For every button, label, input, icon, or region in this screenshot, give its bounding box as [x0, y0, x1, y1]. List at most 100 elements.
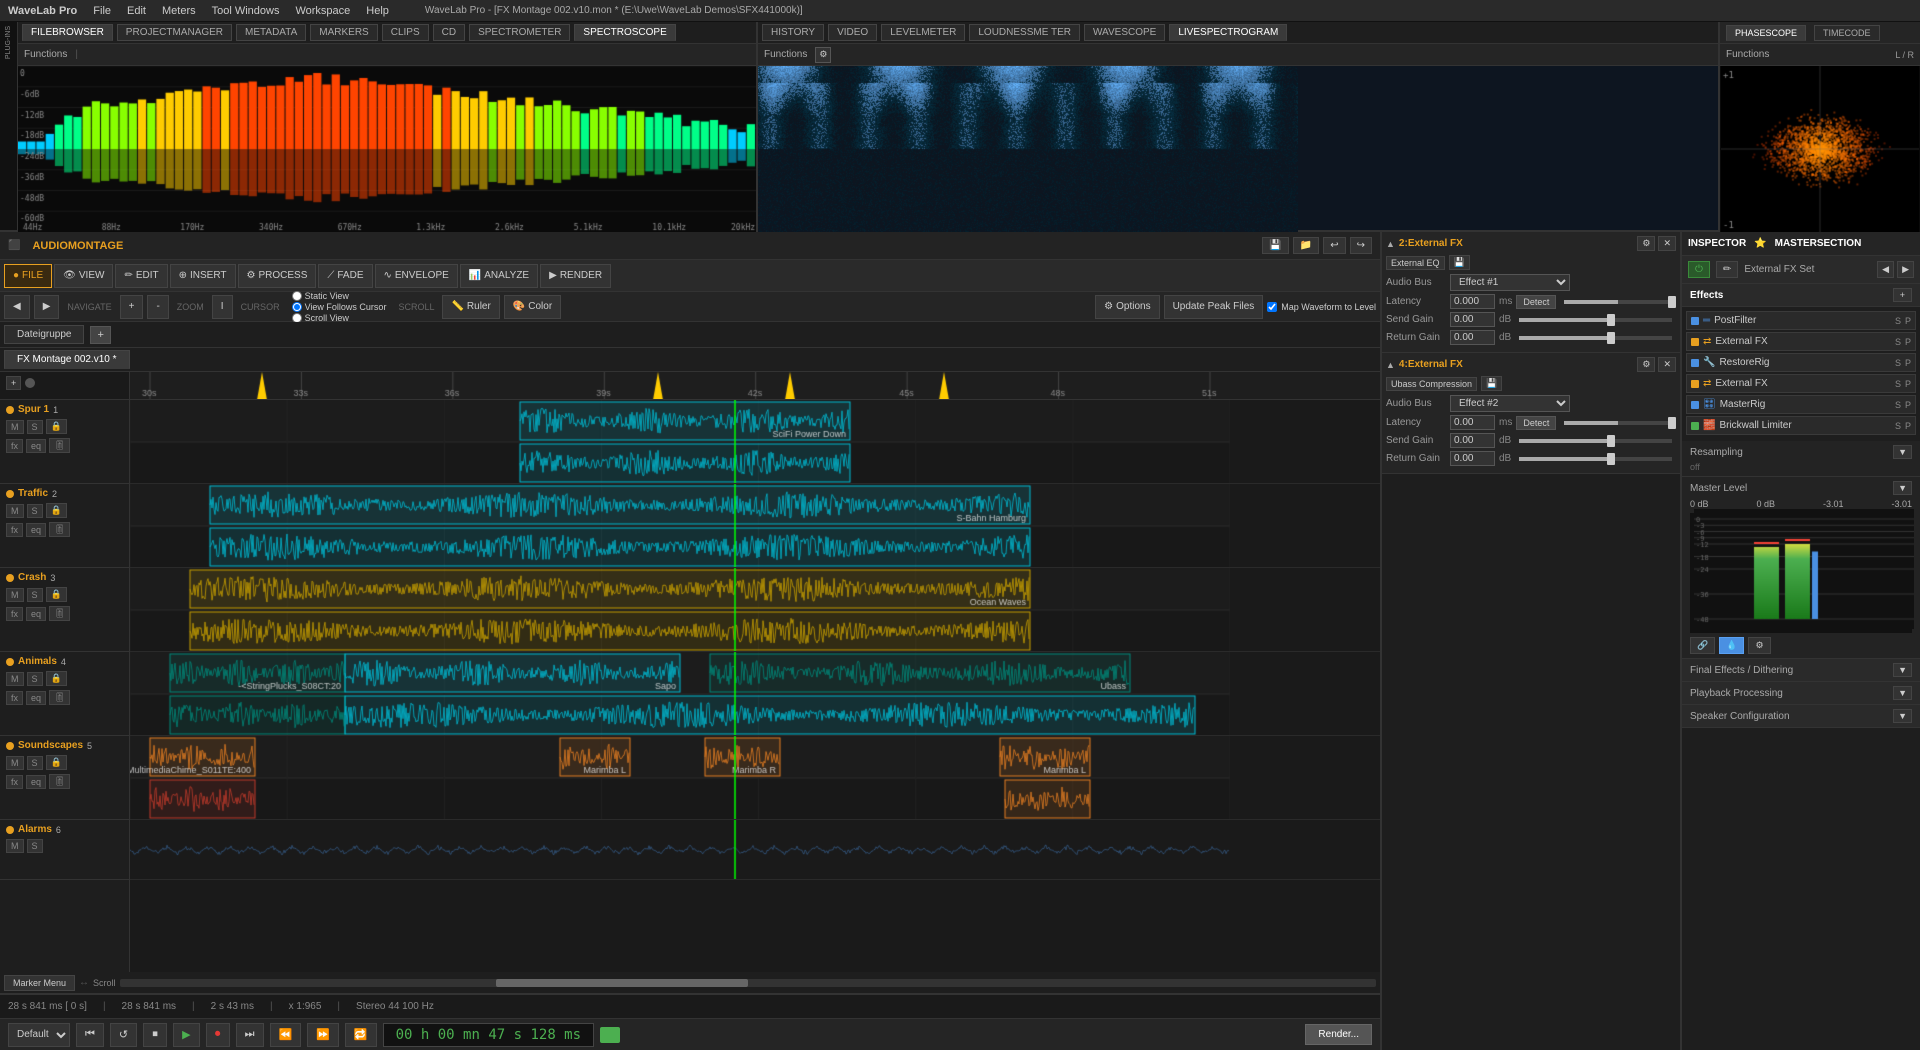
power-btn[interactable]: ⏻: [1688, 261, 1710, 278]
fx1-close-btn[interactable]: ✕: [1658, 236, 1676, 251]
add-group-btn[interactable]: +: [90, 326, 110, 344]
loop-toggle-btn[interactable]: 🔁: [345, 1023, 377, 1047]
track-3-solo[interactable]: S: [27, 588, 43, 602]
prev-marker-btn[interactable]: ⏪: [270, 1023, 302, 1047]
file-btn[interactable]: ● FILE: [4, 264, 52, 288]
fx2-save-btn[interactable]: 💾: [1481, 376, 1502, 391]
track-1-lane[interactable]: [130, 400, 1380, 484]
track-2-solo[interactable]: S: [27, 504, 43, 518]
effect-restorerig[interactable]: 🔧 RestoreRig S P: [1686, 353, 1916, 372]
fx2-sendgain-slider[interactable]: [1519, 439, 1672, 443]
effect-externalfx2[interactable]: ⇄ External FX S P: [1686, 374, 1916, 393]
track-5-lock[interactable]: 🔒: [46, 755, 67, 770]
tab-projectmanager[interactable]: PROJECTMANAGER: [117, 24, 232, 41]
tab-spectroscope[interactable]: SPECTROSCOPE: [574, 24, 675, 41]
fx1-detect-btn[interactable]: Detect: [1516, 295, 1556, 309]
effect-brickwall[interactable]: 🧱 Brickwall Limiter S P: [1686, 416, 1916, 435]
effect-externalfx1[interactable]: ⇄ External FX S P: [1686, 332, 1916, 351]
render-btn[interactable]: ▶ RENDER: [540, 264, 611, 288]
analysis-functions-label[interactable]: Functions: [764, 49, 807, 60]
track-2-pan[interactable]: 🎚: [49, 522, 70, 537]
final-effects-header[interactable]: Final Effects / Dithering ▼: [1682, 659, 1920, 681]
track-1-solo[interactable]: S: [27, 420, 43, 434]
track-4-eq[interactable]: eq: [26, 691, 46, 705]
track-3-mute[interactable]: M: [6, 588, 24, 602]
fx2-returngain-slider[interactable]: [1519, 457, 1672, 461]
track-1-eq[interactable]: eq: [26, 439, 46, 453]
edit-fx-btn[interactable]: ✏: [1716, 261, 1738, 278]
track-5-eq[interactable]: eq: [26, 775, 46, 789]
track-2-fx[interactable]: fx: [6, 523, 23, 537]
effect-postfilter[interactable]: ═ PostFilter S P: [1686, 311, 1916, 330]
analyze-btn[interactable]: 📊 ANALYZE: [460, 264, 538, 288]
track-4-lock[interactable]: 🔒: [46, 671, 67, 686]
open-btn[interactable]: 📁: [1293, 237, 1319, 254]
redo-btn[interactable]: ↪: [1350, 237, 1372, 254]
track-5-mute[interactable]: M: [6, 756, 24, 770]
track-5-pan[interactable]: 🎚: [49, 774, 70, 789]
montage-name-tab[interactable]: FX Montage 002.v10 *: [4, 350, 130, 369]
fx2-detect-btn[interactable]: Detect: [1516, 416, 1556, 430]
stop-btn[interactable]: ⏹: [143, 1023, 167, 1047]
fx2-latency-slider[interactable]: [1564, 421, 1672, 425]
master-level-settings-btn[interactable]: ⚙: [1748, 637, 1770, 654]
menu-file[interactable]: File: [93, 5, 111, 17]
back-btn[interactable]: ◀: [4, 295, 30, 319]
track-4-fx[interactable]: fx: [6, 691, 23, 705]
track-4-pan[interactable]: 🎚: [49, 690, 70, 705]
loop-btn[interactable]: ↺: [110, 1023, 137, 1047]
fx1-eq-btn[interactable]: External EQ: [1386, 256, 1445, 270]
menu-workspace[interactable]: Workspace: [295, 5, 350, 17]
fx2-sendgain-value[interactable]: [1450, 433, 1495, 448]
menu-meters[interactable]: Meters: [162, 5, 196, 17]
tab-markers[interactable]: MARKERS: [310, 24, 377, 41]
menu-edit[interactable]: Edit: [127, 5, 146, 17]
add-track-btn[interactable]: +: [6, 376, 21, 390]
speaker-config-expand-btn[interactable]: ▼: [1893, 709, 1912, 723]
track-3-lock[interactable]: 🔒: [46, 587, 67, 602]
fx-set-next-btn[interactable]: ▶: [1897, 261, 1914, 278]
fx1-returngain-slider[interactable]: [1519, 336, 1672, 340]
fx1-save-btn[interactable]: 💾: [1449, 255, 1470, 270]
playback-processing-expand-btn[interactable]: ▼: [1893, 686, 1912, 700]
fx2-close-btn[interactable]: ✕: [1658, 357, 1676, 372]
master-level-expand-btn[interactable]: ▼: [1893, 481, 1912, 495]
track-4-mute[interactable]: M: [6, 672, 24, 686]
view-btn[interactable]: 👁 VIEW: [54, 264, 113, 288]
static-view-radio[interactable]: [292, 291, 302, 301]
track-5-lane[interactable]: [130, 736, 1380, 820]
master-level-link-btn[interactable]: 🔗: [1690, 637, 1715, 654]
phasescope-functions-label[interactable]: Functions: [1726, 49, 1769, 60]
menu-toolwindows[interactable]: Tool Windows: [212, 5, 280, 17]
track-6-lane[interactable]: [130, 820, 1380, 880]
fx2-audiobus-select[interactable]: Effect #2: [1450, 395, 1570, 412]
scroll-view-option[interactable]: Scroll View: [292, 313, 387, 323]
view-follows-radio[interactable]: [292, 302, 302, 312]
fx1-settings-btn[interactable]: ⚙: [1637, 236, 1655, 251]
analysis-settings-btn[interactable]: ⚙: [815, 47, 831, 63]
cursor-btn[interactable]: I: [212, 295, 233, 319]
options-btn[interactable]: ⚙ Options: [1095, 295, 1159, 319]
tab-spectrometer[interactable]: SPECTROMETER: [469, 24, 570, 41]
ruler-btn[interactable]: 📏 Ruler: [442, 295, 499, 319]
tab-metadata[interactable]: METADATA: [236, 24, 306, 41]
next-marker-btn[interactable]: ⏩: [307, 1023, 339, 1047]
resampling-expand-btn[interactable]: ▼: [1893, 445, 1912, 459]
tab-clips[interactable]: CLIPS: [382, 24, 429, 41]
edit-btn[interactable]: ✏ EDIT: [115, 264, 167, 288]
fx1-sendgain-value[interactable]: [1450, 312, 1495, 327]
fx-set-prev-btn[interactable]: ◀: [1877, 261, 1894, 278]
color-btn[interactable]: 🎨 Color: [504, 295, 561, 319]
insert-btn[interactable]: ⊕ INSERT: [170, 264, 236, 288]
track-2-eq[interactable]: eq: [26, 523, 46, 537]
playback-processing-header[interactable]: Playback Processing ▼: [1682, 682, 1920, 704]
marker-menu-btn[interactable]: Marker Menu: [4, 975, 75, 991]
speaker-config-header[interactable]: Speaker Configuration ▼: [1682, 705, 1920, 727]
spectrum-functions-label[interactable]: Functions: [24, 49, 67, 60]
fade-btn[interactable]: ⟋ FADE: [318, 264, 372, 288]
tab-filebrowser[interactable]: FILEBROWSER: [22, 24, 113, 41]
scroll-view-radio[interactable]: [292, 313, 302, 323]
render-action-btn[interactable]: Render...: [1305, 1024, 1372, 1045]
add-effect-btn[interactable]: +: [1893, 288, 1912, 302]
track-3-pan[interactable]: 🎚: [49, 606, 70, 621]
